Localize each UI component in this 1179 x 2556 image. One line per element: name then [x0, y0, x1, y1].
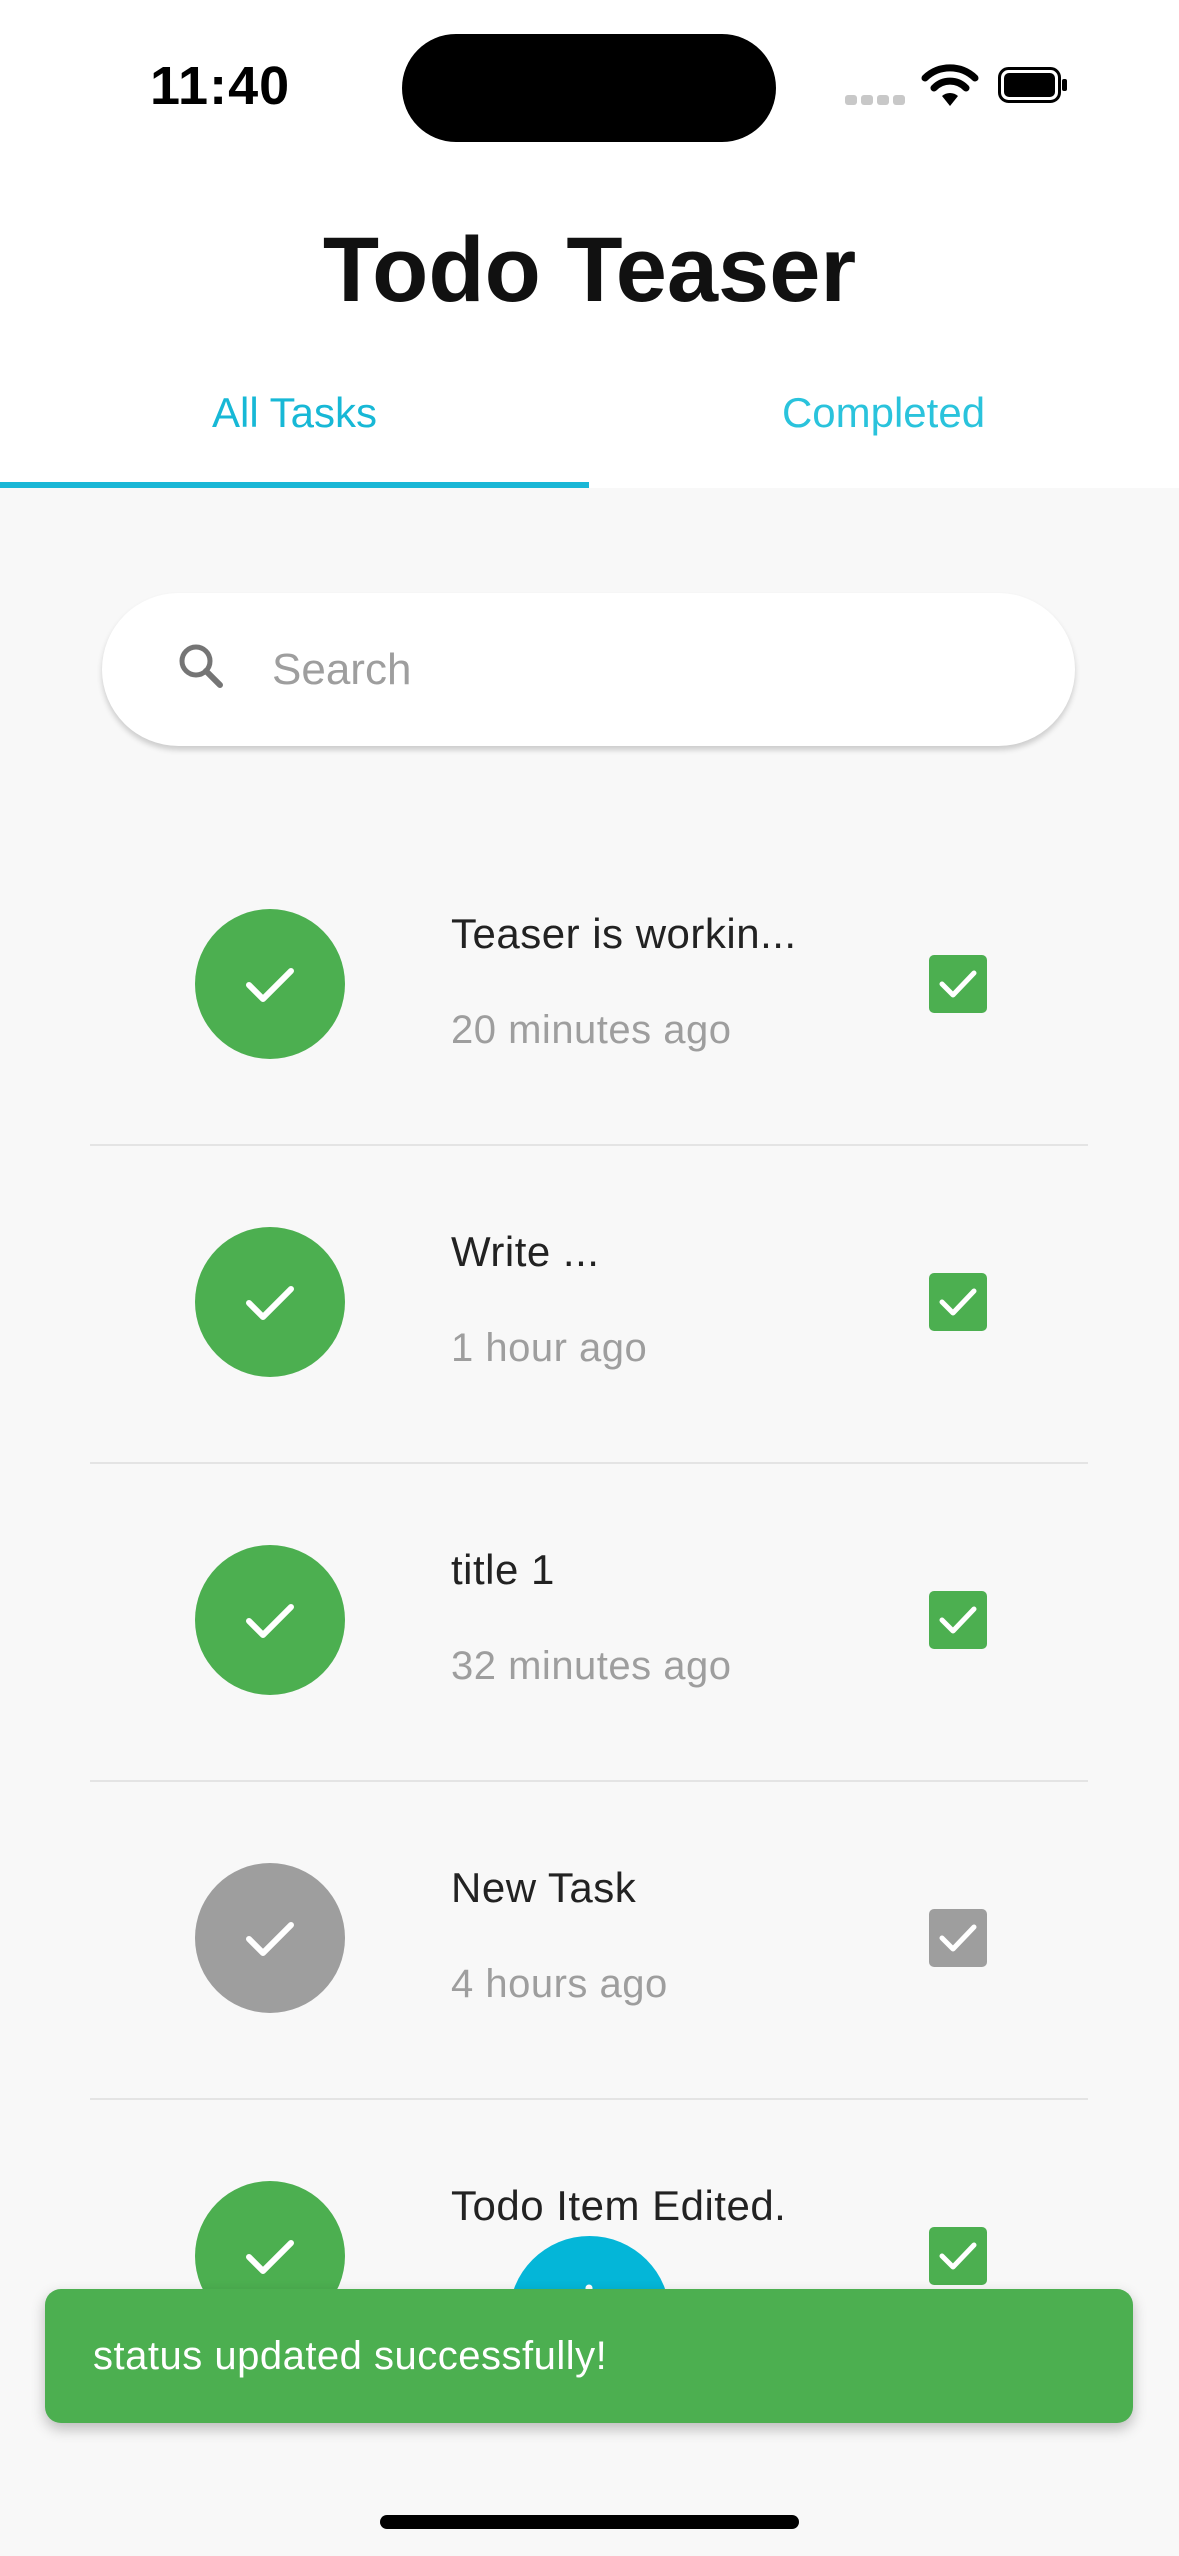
task-checkbox[interactable] [929, 1591, 987, 1649]
cellular-signal-icon [845, 95, 905, 105]
battery-icon [998, 67, 1067, 103]
task-checkbox[interactable] [929, 1273, 987, 1331]
task-item[interactable]: Write ... 1 hour ago [0, 1146, 1179, 1464]
task-item[interactable]: title 1 32 minutes ago [0, 1464, 1179, 1782]
home-indicator[interactable] [380, 2515, 799, 2529]
search-icon [179, 644, 223, 688]
checkbox-checked-icon [939, 1288, 977, 1316]
task-checkbox[interactable] [929, 1909, 987, 1967]
check-icon [246, 2240, 294, 2274]
checkbox-checked-icon [939, 970, 977, 998]
page-title: Todo Teaser [322, 219, 857, 321]
task-title: Todo Item Edited. [451, 2182, 787, 2229]
snackbar: status updated successfully! [45, 2289, 1133, 2423]
task-timestamp: 32 minutes ago [451, 1644, 732, 1688]
check-icon [246, 968, 294, 1002]
tab-completed[interactable]: Completed [589, 360, 1178, 488]
task-status-avatar[interactable] [195, 1545, 345, 1695]
task-timestamp: 1 hour ago [451, 1326, 648, 1370]
wifi-icon [921, 64, 979, 106]
task-item[interactable]: Teaser is workin... 20 minutes ago [0, 828, 1179, 1146]
task-title: title 1 [451, 1546, 555, 1593]
checkbox-checked-icon [939, 1924, 977, 1952]
search-input[interactable] [270, 631, 1034, 709]
task-timestamp: 20 minutes ago [451, 1008, 732, 1052]
task-status-avatar[interactable] [195, 909, 345, 1059]
checkbox-checked-icon [939, 2242, 977, 2270]
snackbar-message: status updated successfully! [93, 2334, 608, 2378]
task-item[interactable]: New Task 4 hours ago [0, 1782, 1179, 2100]
status-bar: 11:40 [0, 0, 1179, 175]
task-title: Write ... [451, 1228, 600, 1275]
task-checkbox[interactable] [929, 2227, 987, 2285]
task-status-avatar[interactable] [195, 1863, 345, 2013]
task-status-avatar[interactable] [195, 1227, 345, 1377]
tab-all-tasks[interactable]: All Tasks [0, 360, 589, 488]
task-title: Teaser is workin... [451, 910, 797, 957]
tab-indicator [0, 482, 589, 488]
task-title: New Task [451, 1864, 637, 1911]
checkbox-checked-icon [939, 1606, 977, 1634]
dynamic-island [402, 34, 776, 142]
check-icon [246, 1604, 294, 1638]
check-icon [246, 1922, 294, 1956]
tab-bar: All Tasks Completed [0, 360, 1179, 488]
task-checkbox[interactable] [929, 955, 987, 1013]
status-time: 11:40 [150, 56, 291, 116]
check-icon [246, 1286, 294, 1320]
task-timestamp: 4 hours ago [451, 1962, 668, 2006]
search-bar[interactable] [102, 593, 1075, 746]
